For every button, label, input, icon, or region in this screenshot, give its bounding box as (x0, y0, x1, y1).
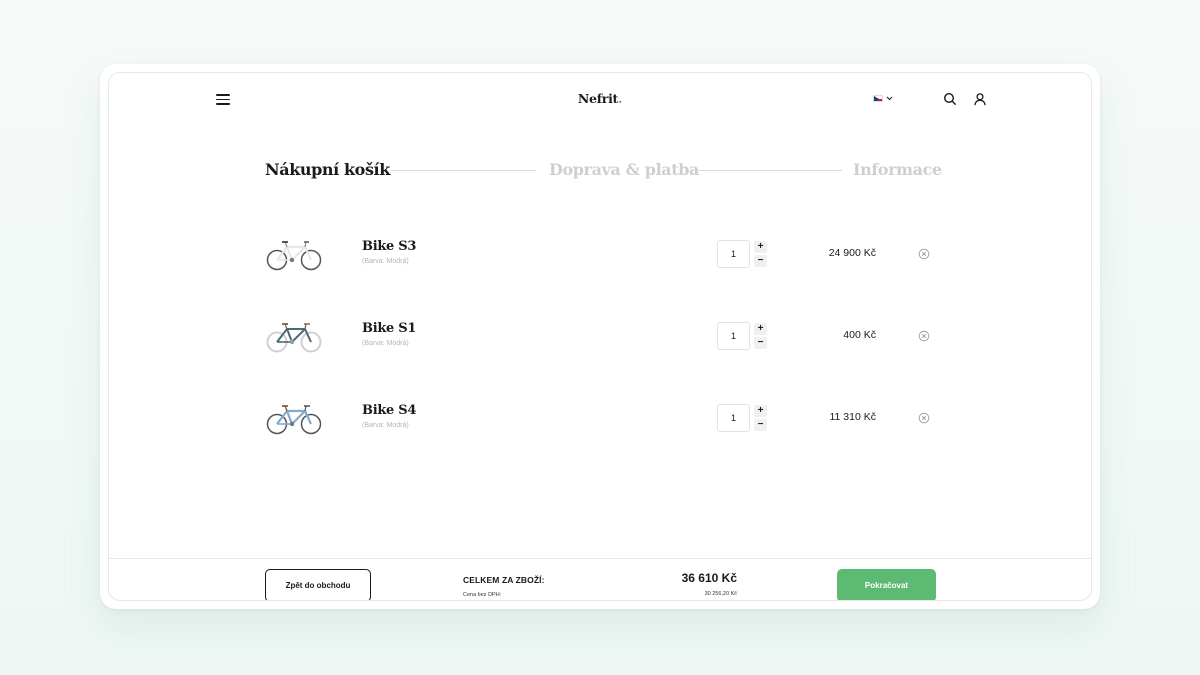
total-value: 36 610 Kč (681, 571, 737, 585)
quantity-increase-button[interactable]: + (754, 405, 767, 417)
logo-dot: . (618, 91, 623, 106)
logo-text: Nefrit (577, 91, 618, 106)
item-price: 11 310 Kč (829, 411, 876, 423)
product-name[interactable]: Bike S1 (362, 321, 416, 336)
cart-item: Bike S1 (Barva: Modrá) 1 + − 400 Kč (265, 306, 937, 366)
step-information[interactable]: Informace (853, 160, 942, 179)
cart-item: Bike S4 (Barva: Modrá) 1 + − 11 310 Kč (265, 388, 937, 448)
product-name[interactable]: Bike S4 (362, 403, 416, 418)
page-card: Nefrit. Nákupní košík Doprava & platba I… (108, 72, 1092, 601)
checkout-steps: Nákupní košík Doprava & platba Informace (265, 160, 942, 184)
quantity-increase-button[interactable]: + (754, 323, 767, 335)
quantity-input[interactable]: 1 (717, 404, 750, 432)
quantity-input[interactable]: 1 (717, 322, 750, 350)
item-price: 400 Kč (843, 329, 876, 341)
bike-image[interactable] (265, 398, 323, 438)
browser-frame: Nefrit. Nákupní košík Doprava & platba I… (100, 64, 1100, 609)
user-icon[interactable] (973, 92, 987, 106)
product-name[interactable]: Bike S3 (362, 239, 416, 254)
cart-footer: Zpět do obchodu CELKEM ZA ZBOŽÍ: Cena be… (109, 558, 1091, 600)
language-selector[interactable] (873, 95, 893, 102)
quantity-decrease-button[interactable]: − (754, 337, 767, 349)
net-price-label: Cena bez DPH: (463, 592, 502, 598)
net-price-value: 30 256,20 Kč (704, 591, 737, 597)
chevron-down-icon (886, 96, 893, 101)
remove-item-icon[interactable] (918, 412, 930, 424)
bike-image[interactable] (265, 234, 323, 274)
quantity-increase-button[interactable]: + (754, 241, 767, 253)
back-to-shop-button[interactable]: Zpět do obchodu (265, 569, 371, 600)
continue-button[interactable]: Pokračovat (837, 569, 936, 600)
quantity-decrease-button[interactable]: − (754, 255, 767, 267)
total-label: CELKEM ZA ZBOŽÍ: (463, 575, 545, 585)
remove-item-icon[interactable] (918, 330, 930, 342)
bike-image[interactable] (265, 316, 323, 356)
product-variant: (Barva: Modrá) (362, 258, 409, 265)
step-cart[interactable]: Nákupní košík (265, 160, 390, 179)
search-icon[interactable] (943, 92, 957, 106)
item-price: 24 900 Kč (828, 247, 876, 259)
product-variant: (Barva: Modrá) (362, 340, 409, 347)
cart-item: Bike S3 (Barva: Modrá) 1 + − 24 900 Kč (265, 224, 937, 284)
remove-item-icon[interactable] (918, 248, 930, 260)
step-divider (696, 170, 842, 171)
czech-flag-icon (873, 95, 883, 102)
step-shipping-payment[interactable]: Doprava & platba (549, 160, 699, 179)
quantity-input[interactable]: 1 (717, 240, 750, 268)
product-variant: (Barva: Modrá) (362, 422, 409, 429)
quantity-decrease-button[interactable]: − (754, 419, 767, 431)
step-divider (391, 170, 536, 171)
